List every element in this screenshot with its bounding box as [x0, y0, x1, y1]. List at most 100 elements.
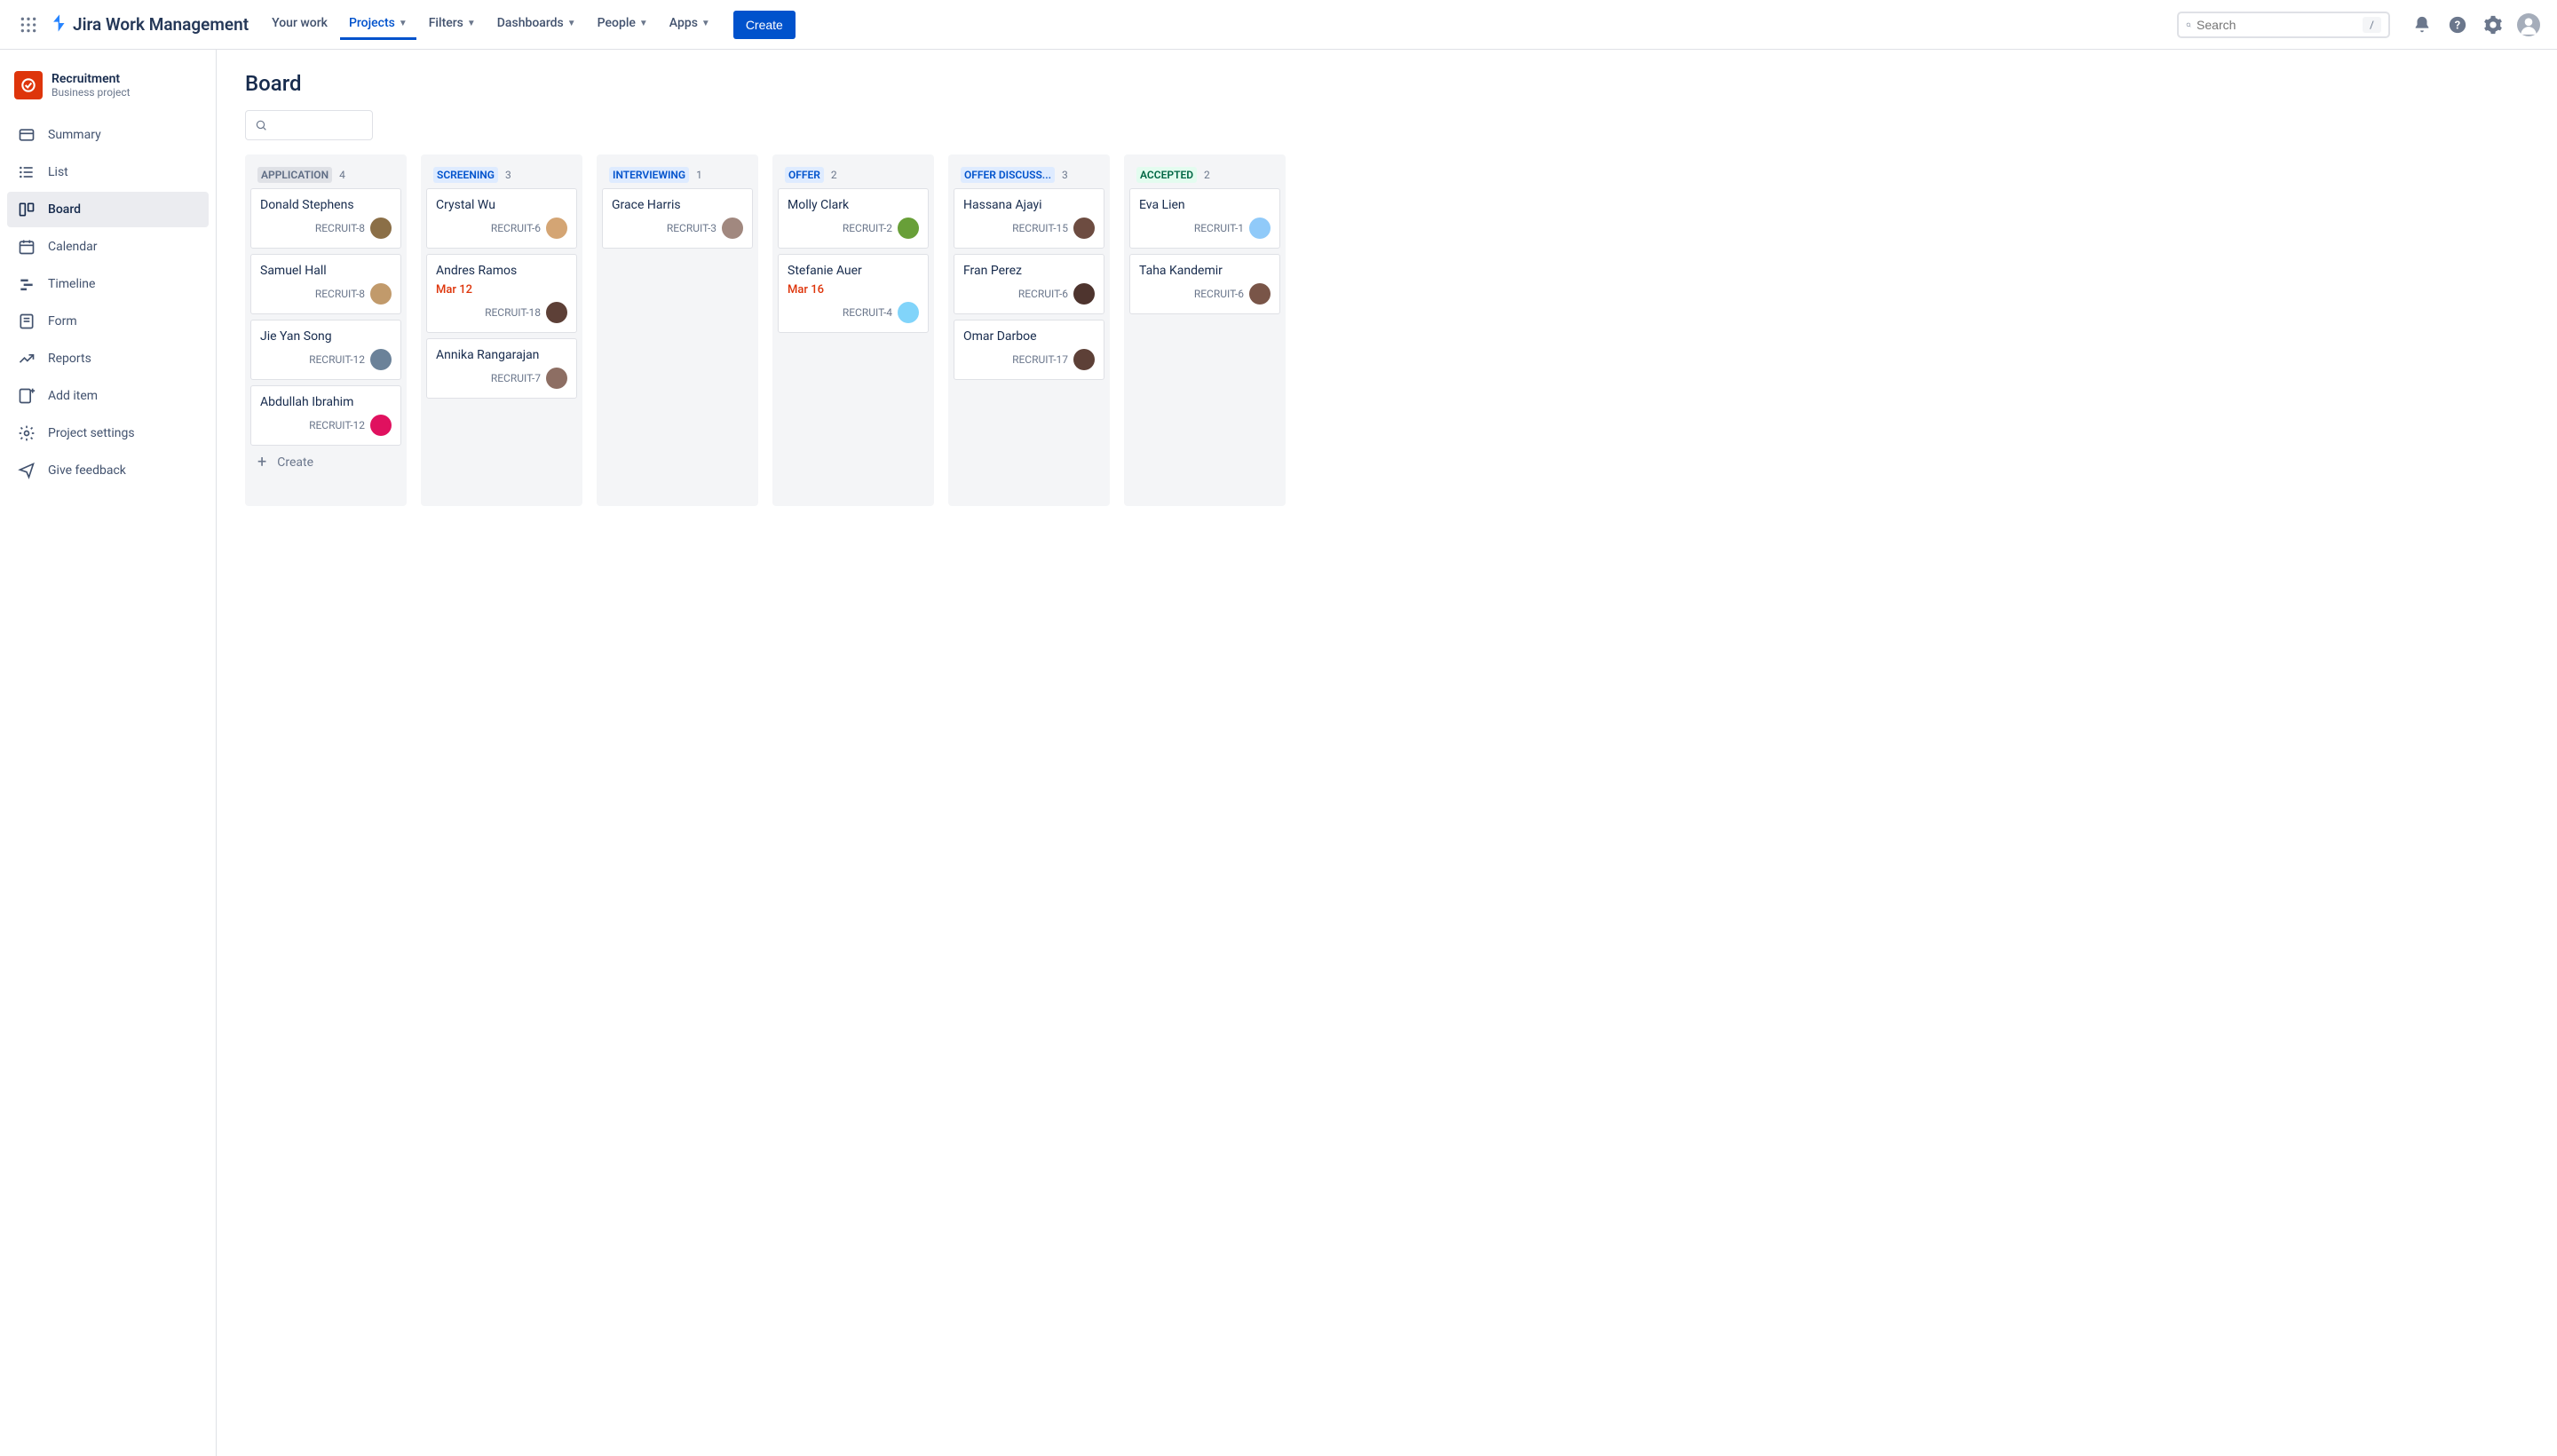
card-key: RECRUIT-4	[843, 306, 892, 319]
main-content: Board APPLICATION 4 Donald Stephens RECR…	[217, 50, 2557, 1456]
nav-item-dashboards[interactable]: Dashboards▼	[488, 9, 585, 40]
timeline-icon	[18, 275, 36, 293]
sidebar-item-calendar[interactable]: Calendar	[7, 229, 209, 265]
sidebar-item-form[interactable]: Form	[7, 304, 209, 339]
card-title: Molly Clark	[788, 198, 919, 212]
assignee-avatar[interactable]	[898, 302, 919, 323]
sidebar-item-label: Calendar	[48, 240, 98, 254]
card-title: Fran Perez	[963, 264, 1095, 278]
board-card[interactable]: Taha Kandemir RECRUIT-6	[1129, 254, 1280, 314]
board-card[interactable]: Andres Ramos Mar 12 RECRUIT-18	[426, 254, 577, 333]
sidebar-item-timeline[interactable]: Timeline	[7, 266, 209, 302]
project-header[interactable]: Recruitment Business project	[7, 71, 209, 117]
board-card[interactable]: Grace Harris RECRUIT-3	[602, 188, 753, 249]
assignee-avatar[interactable]	[722, 218, 743, 239]
create-card-button[interactable]: + Create	[250, 446, 401, 479]
sidebar-item-label: Project settings	[48, 426, 135, 440]
board-card[interactable]: Annika Rangarajan RECRUIT-7	[426, 338, 577, 399]
sidebar-item-label: Summary	[48, 128, 101, 142]
board-card[interactable]: Samuel Hall RECRUIT-8	[250, 254, 401, 314]
column-header[interactable]: ACCEPTED 2	[1129, 162, 1280, 188]
settings-icon[interactable]	[2479, 11, 2507, 39]
product-logo[interactable]: Jira Work Management	[50, 13, 249, 36]
assignee-avatar[interactable]	[546, 302, 567, 323]
column-cards: Molly Clark RECRUIT-2 Stefanie Auer Mar …	[778, 188, 929, 333]
assignee-avatar[interactable]	[370, 415, 392, 436]
column-count: 1	[696, 169, 702, 181]
project-icon	[14, 71, 43, 99]
assignee-avatar[interactable]	[370, 218, 392, 239]
board-card[interactable]: Omar Darboe RECRUIT-17	[954, 320, 1104, 380]
board-card[interactable]: Stefanie Auer Mar 16 RECRUIT-4	[778, 254, 929, 333]
card-title: Andres Ramos	[436, 264, 567, 278]
global-search[interactable]: /	[2177, 12, 2390, 38]
card-key: RECRUIT-7	[491, 372, 541, 384]
board-card[interactable]: Abdullah Ibrahim RECRUIT-12	[250, 385, 401, 446]
help-icon[interactable]: ?	[2443, 11, 2472, 39]
column-header[interactable]: APPLICATION 4	[250, 162, 401, 188]
board-card[interactable]: Hassana Ajayi RECRUIT-15	[954, 188, 1104, 249]
column-header[interactable]: SCREENING 3	[426, 162, 577, 188]
sidebar-item-give-feedback[interactable]: Give feedback	[7, 453, 209, 488]
nav-item-projects[interactable]: Projects▼	[340, 9, 416, 40]
board-column: OFFER DISCUSS... 3 Hassana Ajayi RECRUIT…	[948, 154, 1110, 506]
board-card[interactable]: Crystal Wu RECRUIT-6	[426, 188, 577, 249]
assignee-avatar[interactable]	[898, 218, 919, 239]
summary-icon	[18, 126, 36, 144]
assignee-avatar[interactable]	[1249, 218, 1271, 239]
board-column: SCREENING 3 Crystal Wu RECRUIT-6 Andres …	[421, 154, 582, 506]
board-search[interactable]	[245, 110, 373, 140]
board-search-input[interactable]	[267, 119, 363, 132]
board-column: OFFER 2 Molly Clark RECRUIT-2 Stefanie A…	[772, 154, 934, 506]
board-card[interactable]: Molly Clark RECRUIT-2	[778, 188, 929, 249]
column-header[interactable]: INTERVIEWING 1	[602, 162, 753, 188]
column-header[interactable]: OFFER DISCUSS... 3	[954, 162, 1104, 188]
chevron-down-icon: ▼	[567, 19, 576, 28]
assignee-avatar[interactable]	[546, 368, 567, 389]
nav-item-filters[interactable]: Filters▼	[420, 9, 485, 40]
sidebar-item-project-settings[interactable]: Project settings	[7, 415, 209, 451]
sidebar-item-add-item[interactable]: Add item	[7, 378, 209, 414]
sidebar-item-board[interactable]: Board	[7, 192, 209, 227]
card-title: Annika Rangarajan	[436, 348, 567, 362]
search-input[interactable]	[2197, 18, 2357, 32]
nav-item-apps[interactable]: Apps▼	[661, 9, 719, 40]
board-card[interactable]: Donald Stephens RECRUIT-8	[250, 188, 401, 249]
card-key: RECRUIT-17	[1012, 353, 1068, 366]
column-header[interactable]: OFFER 2	[778, 162, 929, 188]
assignee-avatar[interactable]	[1073, 283, 1095, 305]
assignee-avatar[interactable]	[370, 283, 392, 305]
sidebar-item-list[interactable]: List	[7, 154, 209, 190]
nav-item-your-work[interactable]: Your work	[263, 9, 336, 40]
sidebar-item-summary[interactable]: Summary	[7, 117, 209, 153]
assignee-avatar[interactable]	[1073, 349, 1095, 370]
column-name: ACCEPTED	[1136, 167, 1197, 183]
page-title: Board	[245, 71, 2557, 96]
column-name: INTERVIEWING	[609, 167, 689, 183]
board-card[interactable]: Fran Perez RECRUIT-6	[954, 254, 1104, 314]
sidebar-item-label: Add item	[48, 389, 98, 403]
column-count: 4	[339, 169, 345, 181]
notifications-icon[interactable]	[2408, 11, 2436, 39]
assignee-avatar[interactable]	[1249, 283, 1271, 305]
chevron-down-icon: ▼	[399, 19, 408, 28]
app-switcher-icon[interactable]	[14, 11, 43, 39]
profile-avatar[interactable]	[2514, 11, 2543, 39]
plus-icon: +	[257, 455, 266, 471]
create-card-label: Create	[277, 455, 313, 470]
board-icon	[18, 201, 36, 218]
settings-icon	[18, 424, 36, 442]
card-title: Stefanie Auer	[788, 264, 919, 278]
create-button[interactable]: Create	[733, 11, 796, 39]
card-key: RECRUIT-12	[309, 353, 365, 366]
sidebar-item-reports[interactable]: Reports	[7, 341, 209, 376]
board-card[interactable]: Jie Yan Song RECRUIT-12	[250, 320, 401, 380]
assignee-avatar[interactable]	[546, 218, 567, 239]
nav-item-label: Dashboards	[497, 16, 564, 30]
assignee-avatar[interactable]	[370, 349, 392, 370]
nav-item-people[interactable]: People▼	[589, 9, 657, 40]
board-card[interactable]: Eva Lien RECRUIT-1	[1129, 188, 1280, 249]
sidebar-item-label: Reports	[48, 352, 91, 366]
assignee-avatar[interactable]	[1073, 218, 1095, 239]
column-name: SCREENING	[433, 167, 498, 183]
